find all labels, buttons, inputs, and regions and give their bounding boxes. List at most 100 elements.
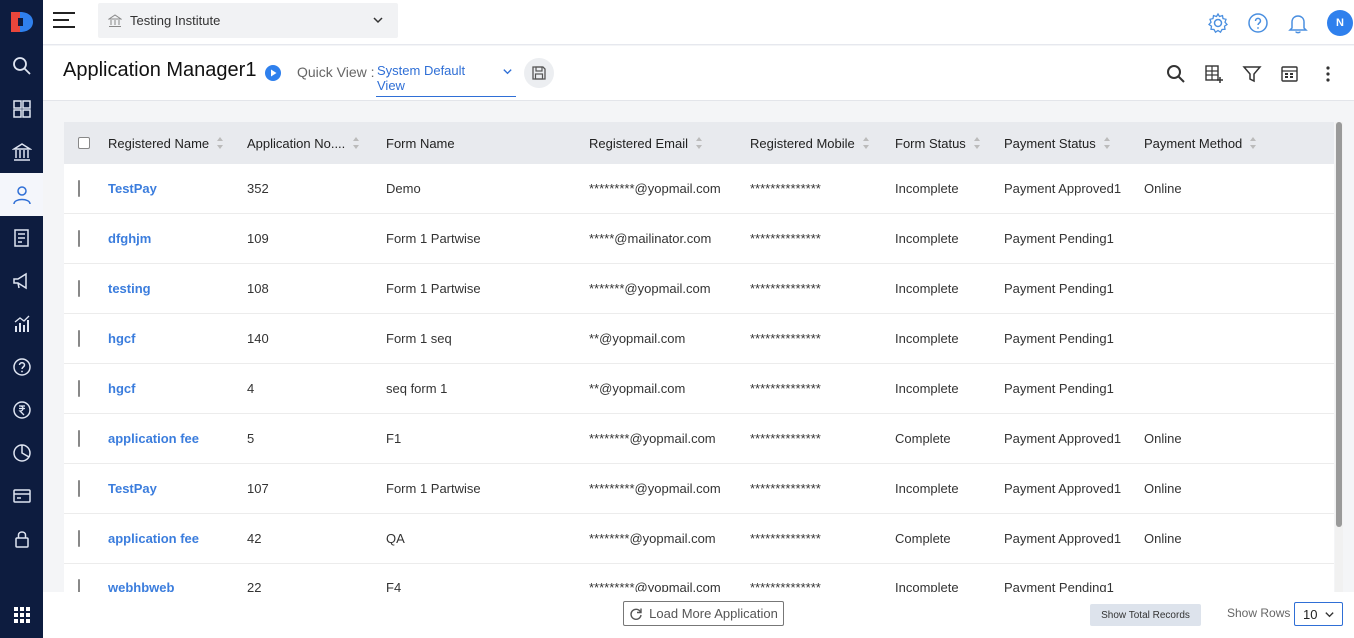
play-icon[interactable] — [264, 64, 282, 82]
save-icon — [532, 66, 546, 80]
cell-registered-name[interactable]: hgcf — [108, 381, 247, 396]
table-row[interactable]: hgcf 140 Form 1 seq **@yopmail.com *********… — [64, 314, 1334, 364]
column-header-payment-status[interactable]: Payment Status — [1004, 136, 1144, 151]
sidebar-item-help[interactable] — [0, 345, 43, 388]
show-total-records-button[interactable]: Show Total Records — [1090, 604, 1201, 626]
top-bar: Testing Institute N — [43, 0, 1354, 45]
notifications-button[interactable] — [1287, 12, 1309, 34]
column-header-payment-method[interactable]: Payment Method — [1144, 136, 1334, 151]
chevron-down-icon — [1325, 612, 1334, 618]
cell-payment-method: Online — [1144, 481, 1182, 496]
cell-application-no: 22 — [247, 580, 262, 592]
quick-view-select[interactable]: System Default View — [376, 63, 516, 97]
select-all-checkbox[interactable] — [78, 137, 90, 149]
settings-button[interactable] — [1207, 12, 1229, 34]
top-actions: N — [1207, 0, 1354, 45]
search-button[interactable] — [1166, 64, 1186, 84]
cell-registered-name[interactable]: testing — [108, 281, 247, 296]
cell-registered-name[interactable]: webhbweb — [108, 580, 247, 592]
row-checkbox[interactable] — [78, 430, 80, 447]
scrollbar-thumb[interactable] — [1336, 122, 1342, 527]
card-icon — [12, 488, 31, 503]
help-button[interactable] — [1247, 12, 1269, 34]
export-button[interactable] — [1280, 64, 1300, 84]
cell-registered-name[interactable]: TestPay — [108, 181, 247, 196]
row-checkbox[interactable] — [78, 230, 80, 247]
table-row[interactable]: hgcf 4 seq form 1 **@yopmail.com ***********… — [64, 364, 1334, 414]
cell-form-status: Complete — [895, 531, 951, 546]
column-label: Registered Mobile — [750, 135, 855, 151]
column-header-registered-name[interactable]: Registered Name — [108, 136, 247, 151]
row-checkbox[interactable] — [78, 480, 80, 497]
table-row[interactable]: webhbweb 22 F4 *********@yopmail.com *******… — [64, 564, 1334, 592]
table-row[interactable]: dfghjm 109 Form 1 Partwise *****@mailinator… — [64, 214, 1334, 264]
cell-form-status: Incomplete — [895, 281, 959, 296]
cell-form-status: Complete — [895, 431, 951, 446]
sort-icon — [973, 137, 980, 149]
table-row[interactable]: application fee 5 F1 ********@yopmail.com **… — [64, 414, 1334, 464]
column-header-form-status[interactable]: Form Status — [895, 136, 1004, 151]
page-title: Application Manager1 — [63, 59, 257, 81]
cell-registered-name[interactable]: dfghjm — [108, 231, 247, 246]
cell-registered-name[interactable]: application fee — [108, 531, 247, 546]
quick-view-value: System Default View — [377, 63, 466, 93]
sidebar-item-reports[interactable] — [0, 431, 43, 474]
table-header: Registered Name Application No.... Form … — [64, 122, 1334, 164]
cell-registered-name[interactable]: hgcf — [108, 331, 247, 346]
row-checkbox[interactable] — [78, 530, 80, 547]
row-checkbox[interactable] — [78, 380, 80, 397]
pie-chart-icon — [12, 443, 31, 462]
sidebar-item-search[interactable] — [0, 44, 43, 87]
row-checkbox[interactable] — [78, 330, 80, 347]
sort-icon — [1103, 137, 1110, 149]
sidebar-item-analytics[interactable] — [0, 302, 43, 345]
sidebar-item-institute[interactable] — [0, 130, 43, 173]
load-more-button[interactable]: Load More Application — [623, 601, 784, 626]
row-checkbox[interactable] — [78, 180, 80, 197]
cell-registered-mobile: ************** — [750, 580, 821, 592]
table-row[interactable]: TestPay 107 Form 1 Partwise *********@yopma… — [64, 464, 1334, 514]
add-column-button[interactable] — [1204, 64, 1224, 84]
save-view-button[interactable] — [524, 58, 554, 88]
analytics-icon — [14, 315, 29, 332]
institute-select[interactable]: Testing Institute — [98, 3, 398, 38]
cell-registered-name[interactable]: TestPay — [108, 481, 247, 496]
cell-registered-name[interactable]: application fee — [108, 431, 247, 446]
sidebar-item-dashboard[interactable] — [0, 87, 43, 130]
cell-form-status: Incomplete — [895, 381, 959, 396]
table-row[interactable]: testing 108 Form 1 Partwise *******@yopmail… — [64, 264, 1334, 314]
table-row[interactable]: TestPay 352 Demo *********@yopmail.com *****… — [64, 164, 1334, 214]
bank-icon — [11, 142, 32, 161]
cell-payment-status: Payment Approved1 — [1004, 531, 1122, 546]
menu-toggle-button[interactable] — [53, 12, 75, 30]
sidebar-item-users[interactable] — [0, 173, 43, 216]
column-header-form-name[interactable]: Form Name — [386, 136, 589, 151]
help-icon — [12, 357, 31, 376]
column-label: Form Status — [895, 135, 966, 151]
sidebar-item-billing[interactable] — [0, 474, 43, 517]
row-checkbox[interactable] — [78, 579, 80, 592]
sidebar-item-payments[interactable] — [0, 388, 43, 431]
row-checkbox[interactable] — [78, 280, 80, 297]
table-scrollbar[interactable] — [1335, 122, 1343, 592]
cell-form-name: QA — [386, 531, 405, 546]
apps-grid-button[interactable] — [0, 592, 43, 638]
column-header-registered-mobile[interactable]: Registered Mobile — [750, 136, 895, 151]
avatar[interactable]: N — [1327, 9, 1353, 36]
filter-button[interactable] — [1242, 64, 1262, 84]
rupee-icon — [12, 400, 31, 419]
sidebar-item-campaigns[interactable] — [0, 259, 43, 302]
table-row[interactable]: application fee 42 QA ********@yopmail.com *… — [64, 514, 1334, 564]
sidebar-item-forms[interactable] — [0, 216, 43, 259]
rows-per-page-select[interactable]: 10 — [1294, 602, 1343, 626]
cell-form-name: Form 1 Partwise — [386, 281, 481, 296]
sidebar — [0, 0, 43, 638]
sidebar-item-security[interactable] — [0, 517, 43, 560]
cell-registered-mobile: ************** — [750, 431, 821, 446]
column-header-registered-email[interactable]: Registered Email — [589, 136, 750, 151]
more-options-button[interactable] — [1318, 64, 1338, 84]
cell-application-no: 140 — [247, 331, 269, 346]
column-header-application-no[interactable]: Application No.... — [247, 136, 386, 151]
app-logo[interactable] — [0, 0, 43, 44]
institute-name: Testing Institute — [130, 13, 221, 28]
